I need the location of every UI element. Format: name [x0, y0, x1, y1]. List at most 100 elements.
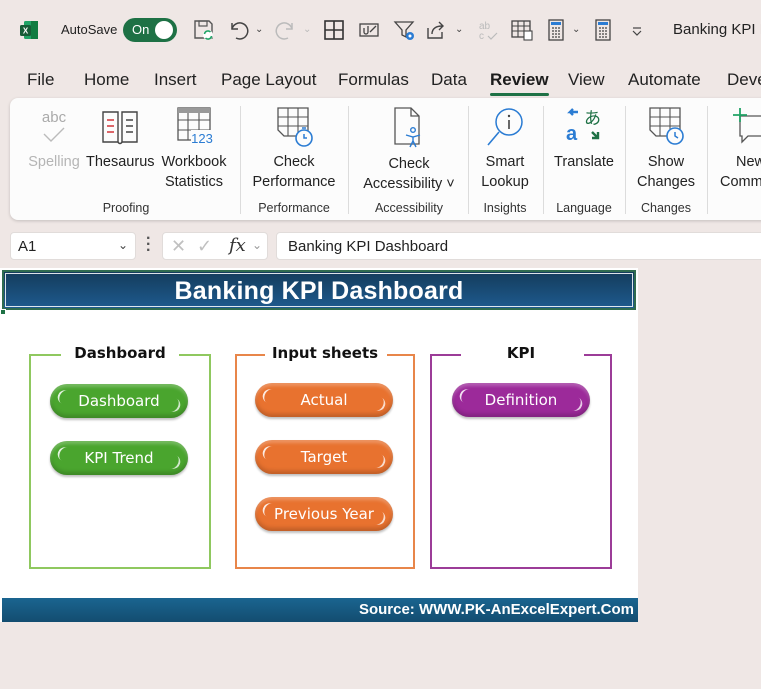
worksheet: Banking KPI Dashboard Dashboard Dashboar…: [0, 268, 638, 622]
thesaurus-label: Thesaurus: [86, 154, 155, 170]
svg-text:c: c: [479, 31, 484, 42]
smart-lookup-label-1: Smart: [485, 154, 525, 170]
autosave-toggle[interactable]: On: [123, 18, 177, 42]
group-title: KPI: [506, 344, 536, 362]
smart-lookup-button[interactable]: Smart Lookup: [474, 106, 536, 192]
thesaurus-icon: [102, 111, 138, 145]
undo-dropdown-icon[interactable]: ⌄: [255, 24, 263, 35]
more-options-icon[interactable]: · · ·: [146, 231, 151, 259]
check-performance-button[interactable]: Check Performance: [248, 106, 340, 192]
tab-automate[interactable]: Automate: [628, 70, 701, 90]
show-changes-label-2: Changes: [636, 174, 696, 190]
spelling-icon: abc: [42, 109, 67, 142]
tab-data[interactable]: Data: [431, 70, 467, 90]
cancel-icon[interactable]: ✕: [171, 236, 186, 257]
group-label-performance: Performance: [258, 201, 330, 215]
quick-access-toolbar: X AutoSave On ⌄ ⌄ ⌄ ab c ⌄ Banking KPI D: [0, 0, 761, 60]
svg-text:あ: あ: [584, 109, 601, 129]
thesaurus-button[interactable]: Thesaurus: [86, 106, 155, 172]
chevron-down-icon[interactable]: ⌄: [118, 238, 128, 252]
ribbon-tabs: File Home Insert Page Layout Formulas Da…: [0, 66, 761, 96]
share-icon[interactable]: [424, 18, 448, 42]
filter-settings-icon[interactable]: [393, 18, 417, 42]
svg-text:abc: abc: [42, 109, 67, 126]
new-comment-label-2: Comm: [720, 174, 761, 190]
workbook-statistics-button[interactable]: 123 Workbook Statistics: [158, 106, 230, 192]
dashboard-button[interactable]: Dashboard: [50, 384, 188, 418]
show-changes-button[interactable]: Show Changes: [632, 106, 700, 192]
translate-button[interactable]: aあ Translate: [550, 106, 618, 172]
tab-file[interactable]: File: [27, 70, 54, 90]
tab-view[interactable]: View: [568, 70, 605, 90]
banner-title: Banking KPI Dashboard: [174, 277, 464, 305]
redo-dropdown-icon: ⌄: [303, 24, 312, 35]
selection-fill-handle[interactable]: [0, 309, 6, 315]
check-accessibility-label-2: Accessibility ˅: [363, 176, 455, 192]
smart-lookup-icon: [487, 108, 523, 146]
dashboard-banner[interactable]: Banking KPI Dashboard: [2, 270, 636, 310]
check-accessibility-label-1: Check: [388, 156, 430, 172]
group-label-accessibility: Accessibility: [374, 201, 444, 215]
check-accessibility-icon: [394, 107, 421, 148]
group-dashboard: Dashboard Dashboard KPI Trend: [29, 344, 211, 569]
tab-page-layout[interactable]: Page Layout: [221, 70, 316, 90]
calculator-icon[interactable]: [591, 18, 615, 42]
kpi-trend-button[interactable]: KPI Trend: [50, 441, 188, 475]
workbook-statistics-label-1: Workbook: [161, 154, 227, 170]
smart-lookup-label-2: Lookup: [481, 174, 529, 190]
borders-icon[interactable]: [322, 18, 346, 42]
svg-text:123: 123: [191, 131, 213, 146]
definition-button[interactable]: Definition: [452, 383, 590, 417]
tab-developer[interactable]: Deve: [727, 70, 761, 90]
group-separator: [468, 106, 469, 214]
translate-label: Translate: [554, 154, 614, 170]
autosave-label: AutoSave: [61, 22, 118, 37]
name-box-value: A1: [18, 238, 37, 255]
svg-text:a: a: [566, 123, 578, 145]
group-separator: [240, 106, 241, 214]
show-changes-icon: [649, 107, 684, 145]
calculator-icon[interactable]: [544, 18, 568, 42]
previous-year-button[interactable]: Previous Year: [255, 497, 393, 531]
paperclip-icon[interactable]: [357, 18, 381, 42]
group-label-insights: Insights: [483, 201, 527, 215]
save-sync-icon[interactable]: [192, 18, 216, 42]
document-title: Banking KPI D: [673, 21, 761, 38]
translate-icon: aあ: [566, 108, 601, 145]
calculator-dropdown-icon[interactable]: ⌄: [572, 24, 580, 35]
spelling-button: abc Spelling: [26, 106, 82, 172]
group-kpi: KPI Definition: [430, 344, 612, 569]
enter-check-icon[interactable]: ✓: [197, 236, 212, 257]
check-performance-label-2: Performance: [252, 174, 336, 190]
name-box[interactable]: A1 ⌄: [10, 232, 136, 260]
source-text: Source: WWW.PK-AnExcelExpert.Com: [358, 601, 634, 618]
undo-icon[interactable]: [226, 18, 250, 42]
share-dropdown-icon[interactable]: ⌄: [455, 24, 463, 35]
table-icon[interactable]: [510, 18, 534, 42]
check-accessibility-button[interactable]: Check Accessibility ˅: [356, 106, 462, 194]
new-comment-icon: [733, 108, 761, 144]
spelling-label: Spelling: [28, 154, 80, 170]
redo-icon: [275, 22, 293, 40]
show-changes-label-1: Show: [647, 154, 685, 170]
formula-input[interactable]: Banking KPI Dashboard: [276, 232, 761, 260]
target-button[interactable]: Target: [255, 440, 393, 474]
chevron-down-icon[interactable]: ⌄: [252, 238, 262, 252]
source-footer: Source: WWW.PK-AnExcelExpert.Com: [2, 598, 638, 622]
new-comment-label-1: New: [736, 154, 761, 170]
tab-formulas[interactable]: Formulas: [338, 70, 409, 90]
group-label-proofing: Proofing: [102, 201, 150, 215]
tab-home[interactable]: Home: [84, 70, 129, 90]
excel-logo-icon[interactable]: X: [19, 20, 39, 40]
tab-review[interactable]: Review: [490, 70, 549, 96]
insert-function-button[interactable]: fx: [229, 235, 246, 256]
actual-button[interactable]: Actual: [255, 383, 393, 417]
check-performance-icon: [277, 107, 313, 147]
new-comment-button[interactable]: New Comm: [716, 106, 761, 192]
customize-qat-icon[interactable]: [625, 18, 649, 42]
group-label-language: Language: [556, 201, 612, 215]
group-title: Input sheets: [271, 344, 379, 362]
group-label-changes: Changes: [640, 201, 692, 215]
tab-insert[interactable]: Insert: [154, 70, 197, 90]
spelling-icon: abc: [479, 21, 498, 42]
